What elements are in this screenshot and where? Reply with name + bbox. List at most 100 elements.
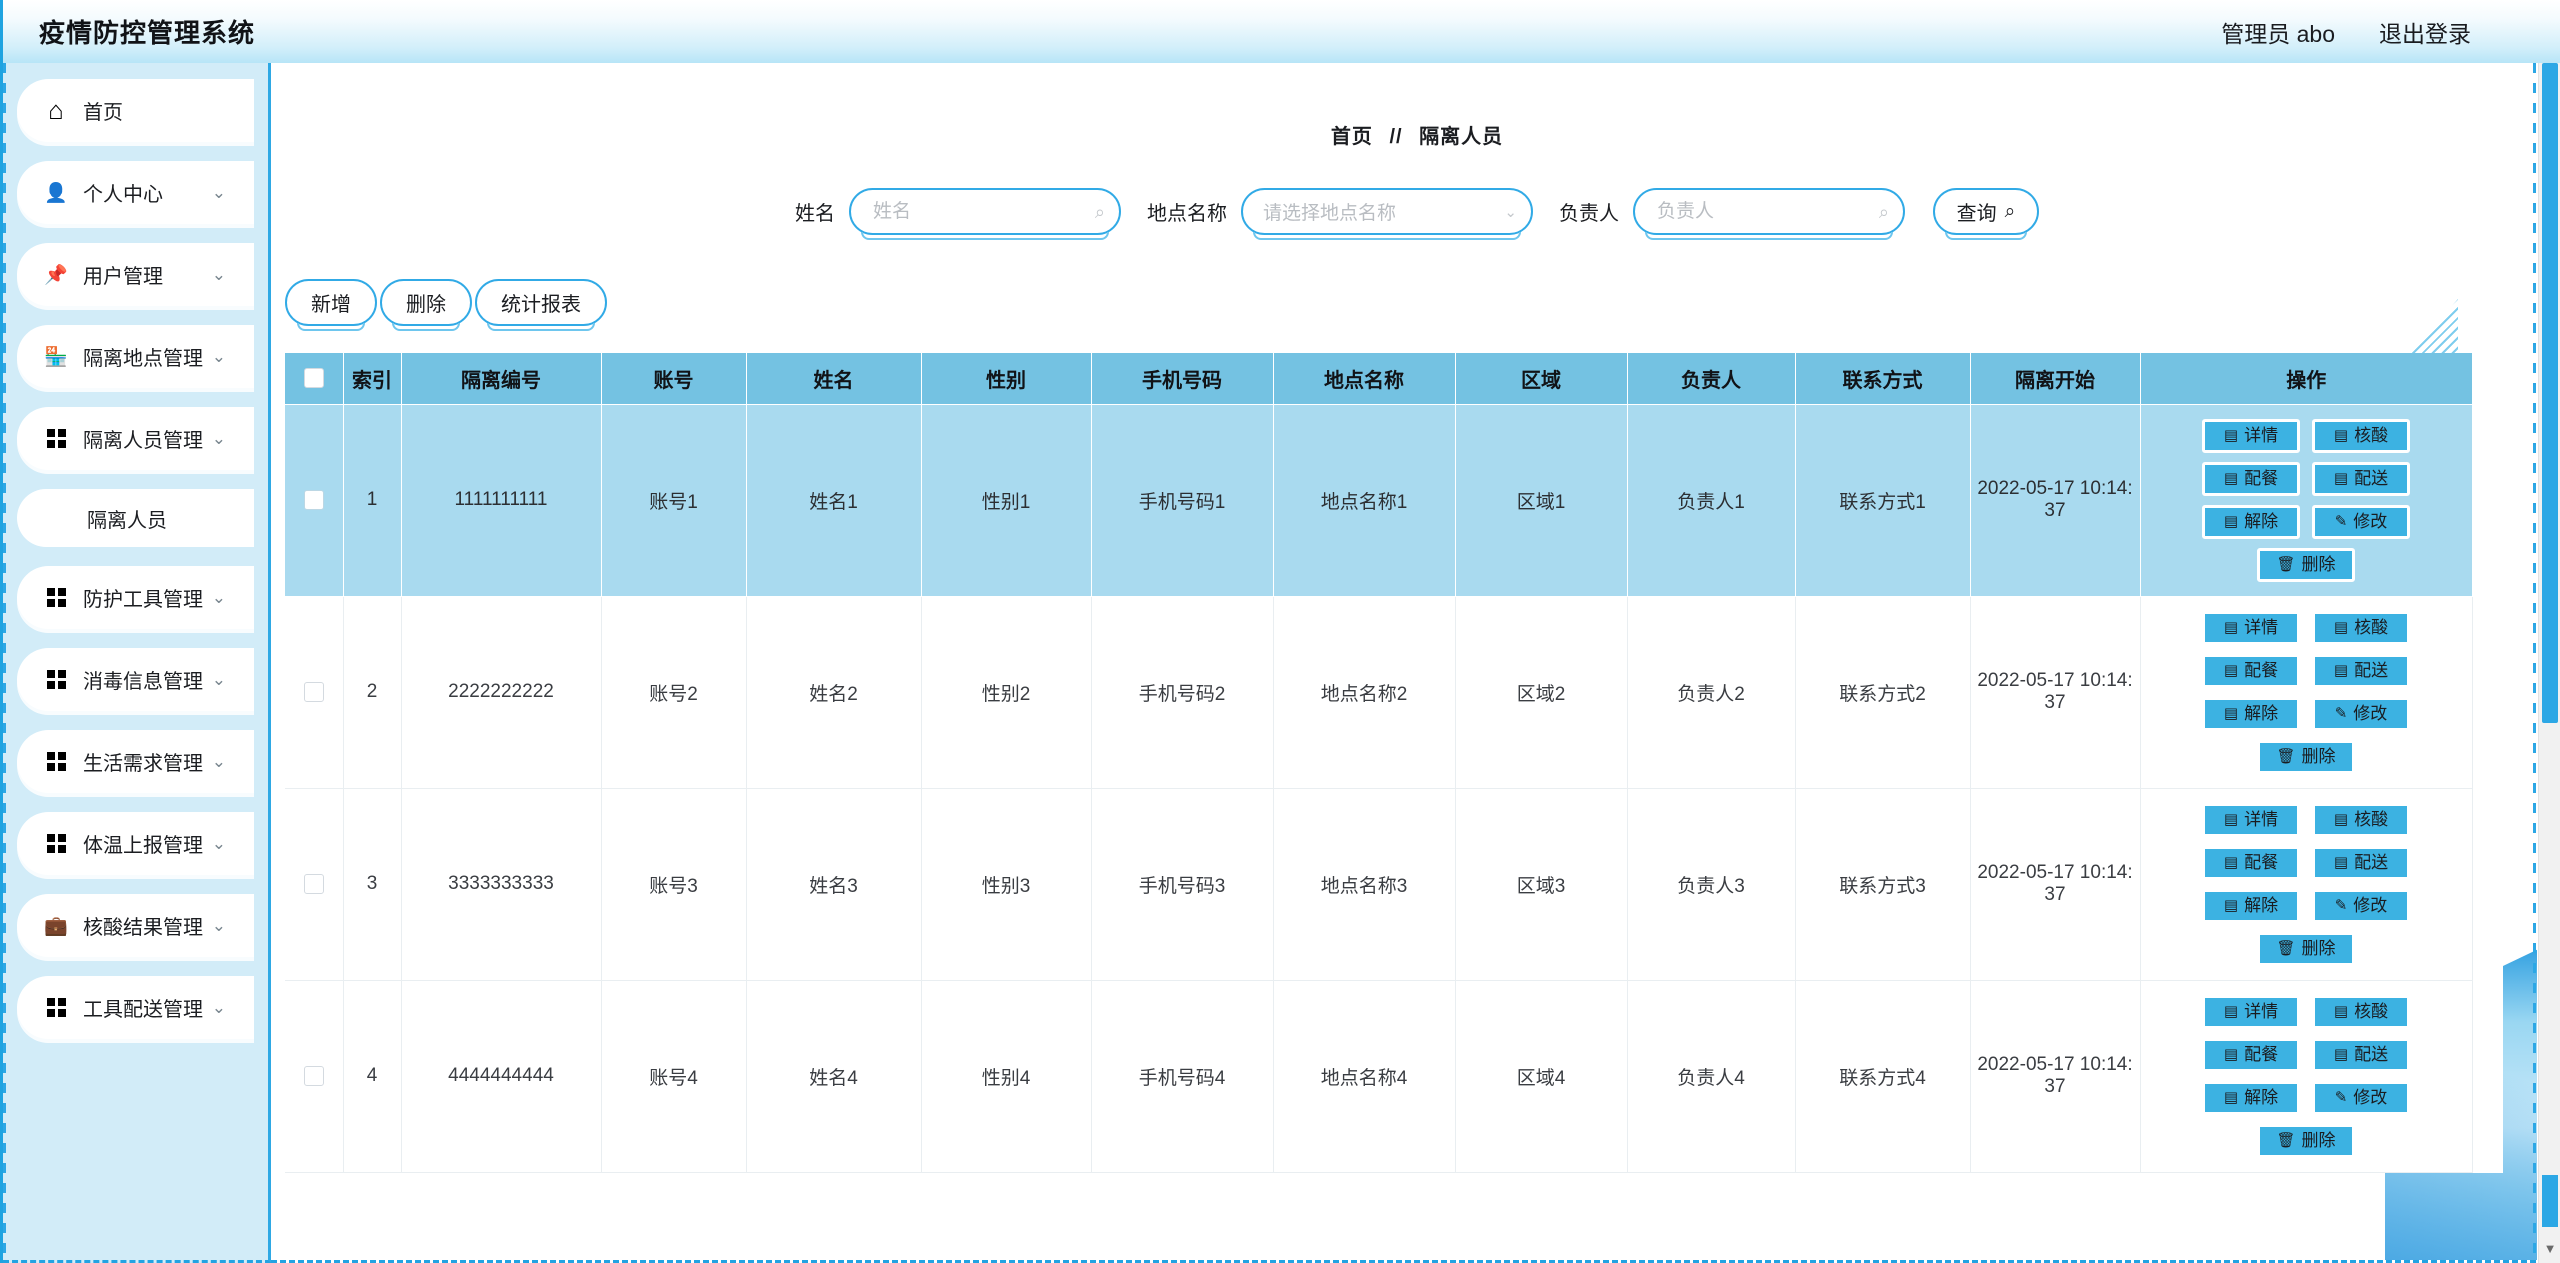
table-header-row: 索引 隔离编号 账号 姓名 性别 手机号码 地点名称 区域 负责人 联系方式 隔离开始 操作 <box>285 353 2472 405</box>
chevron-down-icon[interactable]: ⌄ <box>212 999 226 1016</box>
row-select-cell[interactable] <box>285 980 344 1173</box>
scroll-down-arrow-icon[interactable]: ▼ <box>2539 1233 2560 1263</box>
breadcrumb-root[interactable]: 首页 <box>1331 126 1373 148</box>
row-action-详情[interactable]: ▤ 详情 <box>2202 994 2300 1029</box>
pencil-icon: ✎ <box>2334 1089 2348 1106</box>
sidebar-item-7[interactable]: 生活需求管理 ⌄ <box>17 730 254 793</box>
row-action-解除[interactable]: ▤ 解除 <box>2202 696 2300 731</box>
filter-text-input[interactable] <box>871 199 1089 224</box>
row-select-cell[interactable] <box>285 596 344 789</box>
row-action-配送[interactable]: ▤ 配送 <box>2312 653 2410 688</box>
toolbar-button-0[interactable]: 新增 <box>285 279 377 331</box>
row-action-配送[interactable]: ▤ 配送 <box>2312 461 2410 496</box>
sidebar-item-1[interactable]: 👤 个人中心 ⌄ <box>17 161 254 224</box>
cell-phone: 手机号码1 <box>1091 404 1274 597</box>
scrollbar-thumb-lower[interactable] <box>2542 1175 2558 1227</box>
table-row[interactable]: 2 2222222222 账号2 姓名2 性别2 手机号码2 地点名称2 区域2 负责人2 联系方… <box>285 596 2473 789</box>
sidebar-item-label: 体温上报管理 <box>83 835 203 857</box>
row-action-删除[interactable]: 🗑 删除 <box>2257 547 2355 582</box>
sidebar-item-3[interactable]: 🏪 隔离地点管理 ⌄ <box>17 325 254 388</box>
chevron-down-icon[interactable]: ⌄ <box>212 184 226 201</box>
toolbar-button-2[interactable]: 统计报表 <box>475 279 607 331</box>
row-action-删除[interactable]: 🗑 删除 <box>2257 931 2355 966</box>
chevron-down-icon[interactable]: ⌄ <box>212 917 226 934</box>
row-select-cell[interactable] <box>285 404 344 597</box>
filter-text-input[interactable] <box>1655 199 1873 224</box>
table-header-cell-9: 负责人 <box>1627 353 1796 405</box>
search-icon[interactable]: ⌕ <box>1095 203 1105 221</box>
row-action-核酸[interactable]: ▤ 核酸 <box>2312 418 2410 453</box>
sidebar-item-10[interactable]: 工具配送管理 ⌄ <box>17 976 254 1039</box>
row-action-修改[interactable]: ✎ 修改 <box>2312 1080 2410 1115</box>
table-row[interactable]: 1 1111111111 账号1 姓名1 性别1 手机号码1 地点名称1 区域1 负责人1 联系方… <box>285 404 2473 597</box>
sidebar-item-0[interactable]: ⌂ 首页 <box>17 79 254 142</box>
toolbar-button-1[interactable]: 删除 <box>380 279 472 331</box>
search-button[interactable]: 查询 ⌕ <box>1933 188 2039 240</box>
chevron-down-icon[interactable]: ⌄ <box>212 348 226 365</box>
chevron-down-icon[interactable]: ⌄ <box>212 589 226 606</box>
row-action-解除[interactable]: ▤ 解除 <box>2202 504 2300 539</box>
row-action-配餐[interactable]: ▤ 配餐 <box>2202 461 2300 496</box>
chevron-down-icon[interactable]: ⌄ <box>212 753 226 770</box>
chevron-down-icon[interactable]: ⌄ <box>212 835 226 852</box>
row-action-解除[interactable]: ▤ 解除 <box>2202 1080 2300 1115</box>
cell-area: 区域3 <box>1455 788 1628 981</box>
row-checkbox[interactable] <box>303 1065 324 1086</box>
row-checkbox[interactable] <box>303 873 324 894</box>
sidebar-item-8[interactable]: 体温上报管理 ⌄ <box>17 812 254 875</box>
row-action-修改[interactable]: ✎ 修改 <box>2312 696 2410 731</box>
select-all-header[interactable] <box>285 353 344 405</box>
row-checkbox[interactable] <box>303 489 324 510</box>
row-actions-group: ▤ 详情 ▤ 核酸 ▤ 配餐 ▤ 配送 ▤ 解除 ✎ 修改 🗑 删除 <box>2188 802 2424 966</box>
row-select-cell[interactable] <box>285 788 344 981</box>
row-action-配餐[interactable]: ▤ 配餐 <box>2202 653 2300 688</box>
chevron-down-icon[interactable]: ⌄ <box>212 430 226 447</box>
table-row[interactable]: 4 4444444444 账号4 姓名4 性别4 手机号码4 地点名称4 区域4 负责人4 联系方… <box>285 980 2473 1173</box>
row-action-详情[interactable]: ▤ 详情 <box>2202 802 2300 837</box>
row-action-核酸[interactable]: ▤ 核酸 <box>2312 802 2410 837</box>
row-action-核酸[interactable]: ▤ 核酸 <box>2312 994 2410 1029</box>
isolation-people-table: 索引 隔离编号 账号 姓名 性别 手机号码 地点名称 区域 负责人 联系方式 隔离开始 操作 1 111… <box>285 353 2473 1173</box>
select-all-checkbox[interactable] <box>303 368 324 389</box>
row-action-详情[interactable]: ▤ 详情 <box>2202 418 2300 453</box>
table-container: 索引 隔离编号 账号 姓名 性别 手机号码 地点名称 区域 负责人 联系方式 隔离开始 操作 1 111… <box>285 353 2503 1173</box>
table-row[interactable]: 3 3333333333 账号3 姓名3 性别3 手机号码3 地点名称3 区域3 负责人3 联系方… <box>285 788 2473 981</box>
filter-input-2[interactable]: ⌕ <box>1633 188 1905 240</box>
logout-link[interactable]: 退出登录 <box>2379 15 2471 49</box>
chevron-down-icon[interactable]: ⌄ <box>212 671 226 688</box>
right-dashed-accent <box>2533 63 2536 1263</box>
filter-select-1[interactable]: 请选择地点名称 ⌄ <box>1241 188 1533 240</box>
row-action-删除[interactable]: 🗑 删除 <box>2257 739 2355 774</box>
grid-icon <box>43 834 69 853</box>
row-action-修改[interactable]: ✎ 修改 <box>2312 888 2410 923</box>
row-action-配送[interactable]: ▤ 配送 <box>2312 1037 2410 1072</box>
row-checkbox[interactable] <box>303 681 324 702</box>
sidebar-item-6[interactable]: 消毒信息管理 ⌄ <box>17 648 254 711</box>
chevron-down-icon[interactable]: ⌄ <box>1504 203 1517 221</box>
row-action-删除[interactable]: 🗑 删除 <box>2257 1123 2355 1158</box>
row-action-修改[interactable]: ✎ 修改 <box>2312 504 2410 539</box>
row-action-配餐[interactable]: ▤ 配餐 <box>2202 845 2300 880</box>
row-action-详情[interactable]: ▤ 详情 <box>2202 610 2300 645</box>
search-icon[interactable]: ⌕ <box>1879 203 1889 221</box>
row-action-label: 修改 <box>2353 512 2388 531</box>
doc-icon: ▤ <box>2333 1046 2349 1063</box>
cell-manager: 负责人1 <box>1627 404 1796 597</box>
sidebar-item-5[interactable]: 防护工具管理 ⌄ <box>17 566 254 629</box>
row-action-配送[interactable]: ▤ 配送 <box>2312 845 2410 880</box>
page-scrollbar[interactable]: ▼ <box>2538 63 2560 1263</box>
sidebar-item-4[interactable]: 隔离人员管理 ⌄ <box>17 407 254 470</box>
table-header-cell-12: 操作 <box>2140 353 2472 405</box>
trash-icon: 🗑 <box>2276 1132 2296 1149</box>
chevron-down-icon[interactable]: ⌄ <box>212 266 226 283</box>
row-action-配餐[interactable]: ▤ 配餐 <box>2202 1037 2300 1072</box>
filter-input-0[interactable]: ⌕ <box>849 188 1121 240</box>
sidebar-item-label: 工具配送管理 <box>83 999 203 1021</box>
sidebar-item-2[interactable]: 📌 用户管理 ⌄ <box>17 243 254 306</box>
sidebar-item-9[interactable]: 💼 核酸结果管理 ⌄ <box>17 894 254 957</box>
row-action-核酸[interactable]: ▤ 核酸 <box>2312 610 2410 645</box>
row-actions-cell: ▤ 详情 ▤ 核酸 ▤ 配餐 ▤ 配送 ▤ 解除 ✎ 修改 🗑 删除 <box>2140 980 2473 1173</box>
sidebar-submenu-item-isolated-people[interactable]: 隔离人员 <box>17 489 254 547</box>
row-action-解除[interactable]: ▤ 解除 <box>2202 888 2300 923</box>
scrollbar-thumb[interactable] <box>2542 63 2558 723</box>
